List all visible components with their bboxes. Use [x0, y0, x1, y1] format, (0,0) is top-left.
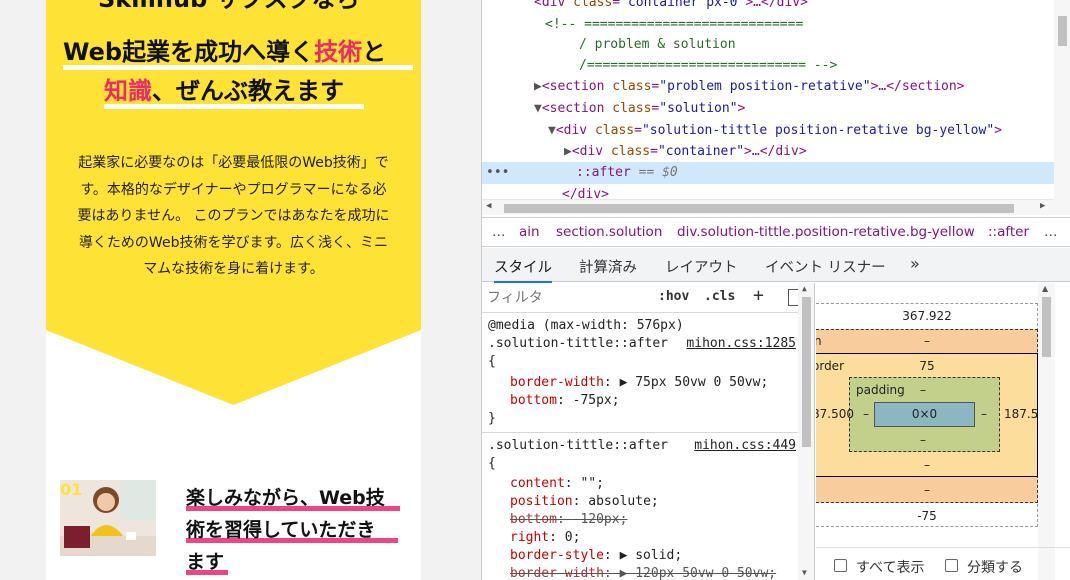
- cls-button[interactable]: .cls: [704, 289, 735, 304]
- dom-node-after-selected[interactable]: ••• ::after == $0: [482, 162, 1054, 184]
- box-model-width: 367.922: [902, 309, 952, 323]
- box-model-padding-left: –: [863, 407, 869, 421]
- css-declaration-overridden[interactable]: border-width: ▶ 120px 50vw 0 50vw;: [510, 565, 776, 580]
- scroll-up-icon[interactable]: ▲: [1042, 284, 1048, 293]
- breadcrumb-item[interactable]: section.solution: [556, 224, 662, 240]
- css-declaration[interactable]: right: 0;: [510, 529, 580, 547]
- styles-toolbar: :hov .cls +: [482, 283, 814, 313]
- dom-node-container[interactable]: ▶<div class="container">…</div>: [564, 141, 1070, 163]
- feature-number: 01: [60, 480, 83, 499]
- breadcrumb: … ain section.solution div.solution-titt…: [482, 217, 1070, 247]
- box-model-footer: すべて表示 分類する: [816, 547, 1070, 580]
- box-model-padding-bottom: –: [920, 433, 926, 447]
- solution-title-arrow: [46, 329, 421, 405]
- hov-button[interactable]: :hov: [658, 289, 689, 304]
- tab-event-listeners[interactable]: イベント リスナー: [765, 256, 886, 277]
- scroll-down-icon[interactable]: ▼: [802, 568, 807, 577]
- collapse-triangle-icon[interactable]: ▼: [534, 101, 542, 116]
- dom-comment-line[interactable]: / problem & solution: [579, 34, 1070, 56]
- vertical-scrollbar[interactable]: ▲: [1038, 283, 1055, 580]
- styles-pane: :hov .cls + @media (max-width: 576px) .s…: [482, 283, 815, 580]
- open-brace: {: [488, 456, 496, 471]
- dom-node-section-solution[interactable]: ▼<section class="solution">: [534, 98, 1070, 120]
- css-declaration-overridden[interactable]: bottom: -120px;: [510, 511, 627, 529]
- breadcrumb-item-selected[interactable]: ::after: [988, 224, 1029, 240]
- rule-divider: [482, 432, 798, 433]
- box-model-position-bottom: -75: [917, 509, 937, 523]
- scroll-up-icon[interactable]: ▲: [802, 284, 807, 293]
- feature-title-line: 術を習得していただき: [186, 514, 411, 546]
- scrollbar-thumb[interactable]: [504, 204, 1014, 213]
- breadcrumb-overflow-left[interactable]: …: [492, 224, 506, 240]
- vertical-scrollbar[interactable]: ▲ ▼: [798, 283, 814, 580]
- expand-triangle-icon[interactable]: ▶: [564, 144, 572, 159]
- rule-selector[interactable]: .solution-tittle::after mihon.css:1285: [488, 335, 798, 353]
- open-brace: {: [488, 354, 496, 369]
- group-label: 分類する: [967, 560, 1023, 576]
- devtools-panel: <div class="container px-0">…</div> <!--…: [481, 0, 1070, 580]
- css-declaration[interactable]: bottom: -75px;: [510, 392, 620, 410]
- scrollbar-thumb[interactable]: [802, 297, 811, 447]
- page-preview: Skillhub サブスクなら Web起業を成功へ導く技術と 知識、ぜんぶ教えま…: [0, 0, 481, 580]
- breadcrumb-item[interactable]: ain: [519, 224, 540, 240]
- css-declaration[interactable]: border-width: ▶ 75px 50vw 0 50vw;: [510, 374, 768, 392]
- scroll-left-icon[interactable]: ◀: [486, 201, 491, 211]
- heading-line-2: 知識、ぜんぶ教えます: [104, 77, 344, 105]
- box-model-left: 87.500: [816, 407, 854, 421]
- box-model-padding-top: –: [920, 383, 926, 397]
- show-all-checkbox[interactable]: [834, 559, 847, 572]
- expand-triangle-icon[interactable]: ▶: [534, 79, 542, 94]
- new-rule-button[interactable]: +: [753, 285, 764, 306]
- tabs-overflow-icon[interactable]: »: [910, 254, 920, 273]
- box-model-margin-top: –: [924, 334, 930, 348]
- vertical-scrollbar[interactable]: [1054, 0, 1070, 215]
- dom-node-section-problem[interactable]: ▶<section class="problem position-retati…: [534, 76, 1070, 98]
- breadcrumb-overflow-right[interactable]: …: [1044, 224, 1058, 240]
- box-model-content-size: 0×0: [911, 407, 938, 421]
- feature-title-line: ます: [186, 546, 411, 578]
- tab-computed[interactable]: 計算済み: [579, 256, 637, 277]
- box-model-margin-bottom: –: [924, 483, 930, 497]
- dom-comment-line[interactable]: <!-- ============================: [545, 14, 1070, 36]
- rule-source-link[interactable]: mihon.css:449: [694, 437, 796, 455]
- css-declaration[interactable]: content: "";: [510, 475, 604, 493]
- dom-node-container[interactable]: <div class="container px-0">…</div>: [534, 0, 1070, 14]
- box-model-padding-right: –: [981, 407, 987, 421]
- mobile-viewport: Skillhub サブスクなら Web起業を成功へ導く技術と 知識、ぜんぶ教えま…: [46, 0, 421, 580]
- scroll-right-icon[interactable]: ▶: [1040, 201, 1045, 211]
- css-declaration[interactable]: border-style: ▶ solid;: [510, 547, 682, 565]
- feature-title-line: 楽しみながら、Web技: [186, 482, 411, 514]
- sidebar-tabs: スタイル 計算済み レイアウト イベント リスナー »: [482, 248, 1070, 283]
- screen: Skillhub サブスクなら Web起業を成功へ導く技術と 知識、ぜんぶ教えま…: [0, 0, 1070, 580]
- box-model-padding-label: padding: [856, 383, 905, 397]
- tab-layout[interactable]: レイアウト: [665, 256, 738, 277]
- box-model-border-top: 75: [919, 359, 935, 373]
- media-query: @media (max-width: 576px): [488, 318, 684, 333]
- breadcrumb-item[interactable]: div.solution-tittle.position-retative.bg…: [677, 224, 975, 240]
- box-model-border-bottom: –: [924, 458, 930, 472]
- more-options-icon[interactable]: •••: [486, 162, 509, 184]
- tab-styles[interactable]: スタイル: [494, 256, 552, 283]
- css-declaration[interactable]: position: absolute;: [510, 493, 659, 511]
- scrollbar-thumb[interactable]: [1058, 16, 1067, 46]
- dom-node-solution-tittle[interactable]: ▼<div class="solution-tittle position-re…: [548, 120, 1070, 142]
- filter-input[interactable]: [487, 286, 645, 310]
- scrollbar-thumb[interactable]: [1042, 297, 1051, 357]
- rule-selector[interactable]: .solution-tittle::after mihon.css:449: [488, 437, 798, 455]
- solution-body-text: 起業家に必要なのは「必要最低限のWeb技術」です。本格的なデザイナーやプログラマ…: [77, 155, 390, 277]
- horizontal-scrollbar[interactable]: ◀ ▶: [482, 199, 1054, 215]
- close-brace: }: [488, 411, 496, 426]
- collapse-triangle-icon[interactable]: ▼: [548, 123, 556, 138]
- elements-tree: <div class="container px-0">…</div> <!--…: [482, 0, 1070, 215]
- heading-cut-line: Skillhub サブスクなら: [98, 0, 360, 16]
- group-checkbox[interactable]: [945, 559, 958, 572]
- heading-line-1: Web起業を成功へ導く技術と: [63, 38, 387, 66]
- show-all-label: すべて表示: [856, 560, 925, 576]
- feature-title: 楽しみながら、Web技 術を習得していただき ます: [186, 482, 411, 578]
- box-model-pane: 367.922 n – order 75 padding – – – – 0×0…: [816, 283, 1070, 580]
- dom-comment-line[interactable]: /============================ -->: [579, 55, 1070, 77]
- rule-source-link[interactable]: mihon.css:1285: [686, 335, 796, 353]
